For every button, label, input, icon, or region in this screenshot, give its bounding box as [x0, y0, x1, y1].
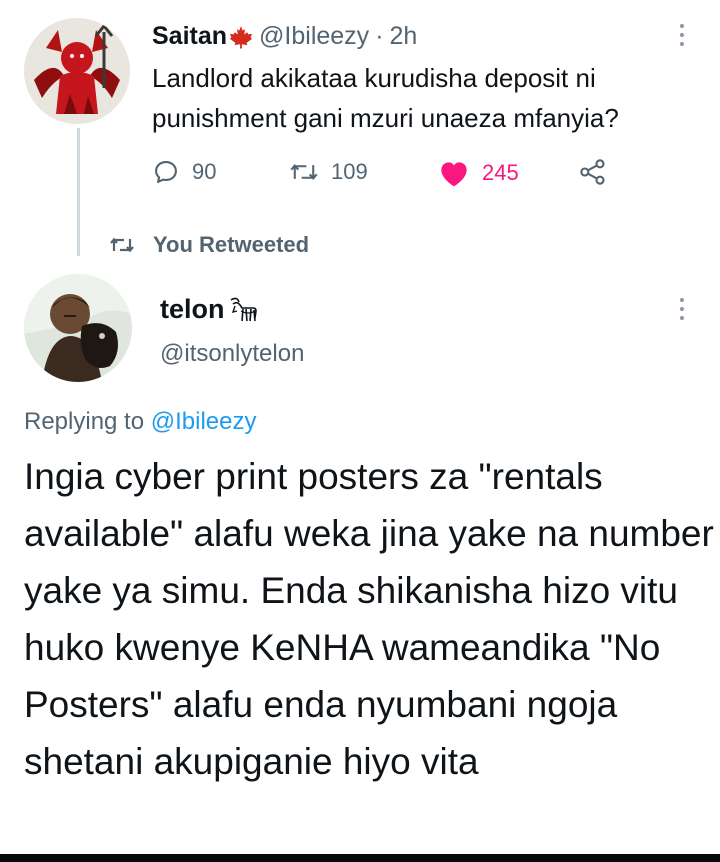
- saitan-avatar[interactable]: [24, 18, 130, 124]
- devil-avatar-icon: [24, 18, 130, 124]
- original-timestamp[interactable]: 2h: [390, 22, 418, 51]
- original-display-name[interactable]: Saitan: [152, 22, 227, 51]
- heart-filled-icon: [441, 162, 467, 187]
- retweet-icon: [110, 237, 134, 253]
- retweet-button[interactable]: 109: [289, 158, 368, 186]
- original-tweet-more-icon[interactable]: [677, 24, 687, 46]
- retweet-icon: [290, 164, 318, 180]
- reply-tweet-text: Ingia cyber print posters za "rentals av…: [24, 456, 714, 782]
- replying-to-prefix: Replying to: [24, 408, 145, 435]
- person-with-dog-avatar-icon: [24, 274, 132, 382]
- retweet-count: 109: [331, 159, 368, 184]
- reply-count: 90: [192, 159, 217, 184]
- retweet-context-label: You Retweeted: [153, 232, 310, 257]
- reply-icon: [155, 161, 177, 183]
- thread-connector-line: [77, 128, 80, 256]
- original-handle[interactable]: @Ibileezy: [259, 22, 369, 51]
- reply-author-name-row: telon: [160, 294, 259, 325]
- like-button[interactable]: 245: [438, 158, 519, 188]
- share-icon: [580, 159, 605, 185]
- replying-to-handle-link[interactable]: @Ibileezy: [151, 408, 257, 435]
- maple-leaf-icon: [229, 25, 253, 49]
- original-tweet-actions: 90 109 245: [152, 158, 632, 194]
- reply-button[interactable]: 90: [152, 158, 216, 186]
- reply-tweet-more-icon[interactable]: [677, 298, 687, 320]
- reply-display-name[interactable]: telon: [160, 294, 225, 325]
- telon-avatar[interactable]: [24, 274, 132, 382]
- goat-icon: [230, 297, 257, 321]
- retweet-context: You Retweeted: [107, 232, 309, 258]
- bottom-edge-bar: [0, 854, 720, 862]
- original-tweet-text: Landlord akikataa kurudisha deposit ni p…: [152, 63, 619, 133]
- reply-handle[interactable]: @itsonlytelon: [160, 340, 304, 368]
- replying-to-line: Replying to @Ibileezy: [24, 408, 257, 436]
- header-separator: ·: [375, 22, 384, 50]
- like-count: 245: [482, 160, 519, 185]
- original-tweet-header: Saitan @Ibileezy · 2h: [152, 22, 417, 51]
- share-button[interactable]: [579, 158, 607, 186]
